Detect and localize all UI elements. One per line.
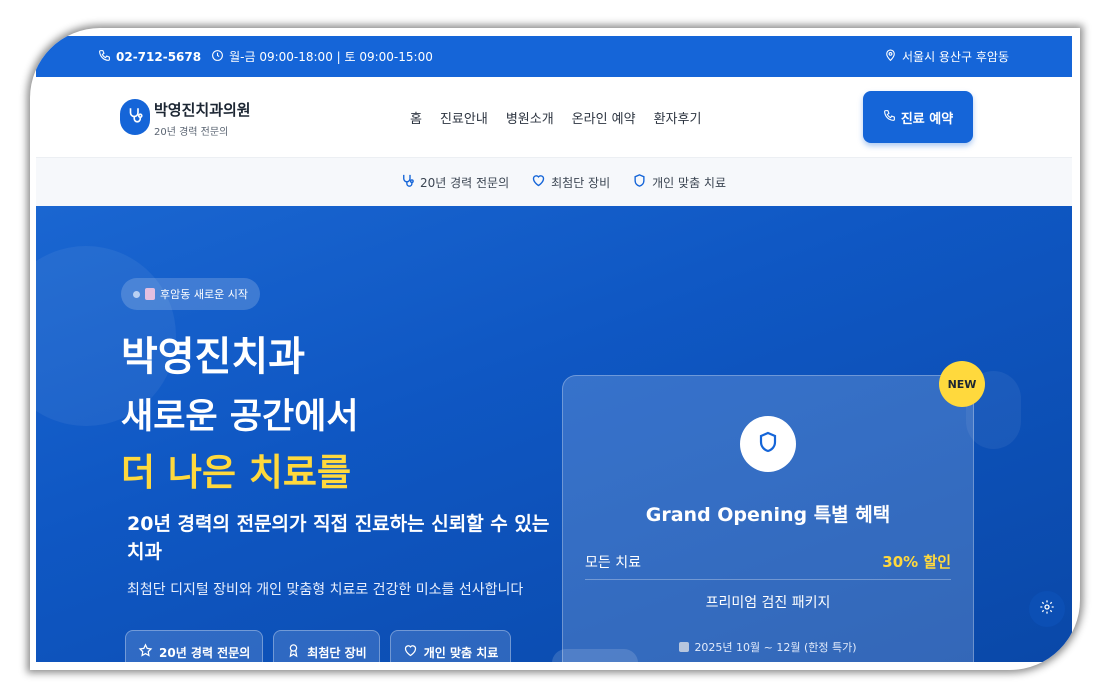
star-icon [138, 643, 153, 661]
promo-row-label: 모든 치료 [585, 554, 641, 571]
promo-row-value: 30% 할인 [882, 553, 951, 571]
promo-package: 프리미엄 검진 패키지 [705, 595, 831, 611]
browser-frame: 02-712-5678 월-금 09:00-18:00 | 토 09:00-15… [30, 28, 1080, 670]
address-info: 서울시 용산구 후암동 [884, 36, 1009, 77]
heart-icon [403, 643, 418, 661]
brand-name[interactable]: 박영진치과의원 [154, 99, 251, 120]
feature-label: 최첨단 장비 [551, 175, 611, 190]
stethoscope-icon [126, 106, 144, 128]
hero-subtitle: 20년 경력의 전문의가 직접 진료하는 신뢰할 수 있는 치과 [127, 513, 550, 563]
gear-icon [1039, 599, 1055, 619]
settings-button[interactable] [1029, 591, 1065, 627]
chip-equipment[interactable]: 최첨단 장비 [273, 630, 380, 662]
hero-section: 후암동 새로운 시작 박영진치과 새로운 공간에서 더 나은 치료를 20년 경… [36, 206, 1072, 662]
chip-experience[interactable]: 20년 경력 전문의 [125, 630, 264, 662]
page: 02-712-5678 월-금 09:00-18:00 | 토 09:00-15… [36, 36, 1072, 662]
hero-title-line3: 더 나은 치료를 [121, 451, 352, 494]
business-hours: 월-금 09:00-18:00 | 토 09:00-15:00 [229, 50, 433, 64]
chip-label: 최첨단 장비 [307, 645, 367, 660]
promo-card: Grand Opening 특별 혜택 모든 치료 30% 할인 프리미엄 검진… [562, 375, 974, 662]
nav-about[interactable]: 병원소개 [506, 108, 554, 127]
hero-feature-chips: 20년 경력 전문의 최첨단 장비 개인 맞춤 치료 [125, 630, 512, 662]
shield-icon [632, 173, 647, 191]
award-icon [286, 643, 301, 661]
nav-treatment-guide[interactable]: 진료안내 [440, 108, 488, 127]
promo-date-text: 2025년 10월 ~ 12월 (한정 특가) [694, 641, 857, 654]
top-info-bar: 02-712-5678 월-금 09:00-18:00 | 토 09:00-15… [36, 36, 1072, 77]
promo-title: Grand Opening 특별 혜택 [645, 504, 891, 526]
location-pin-icon [884, 49, 897, 65]
nav-home[interactable]: 홈 [410, 108, 422, 127]
hero-title-line2: 새로운 공간에서 [121, 397, 359, 437]
feature-strip: 20년 경력 전문의 최첨단 장비 개인 맞춤 치료 [36, 158, 1072, 206]
promo-discount-row: 모든 치료 30% 할인 [585, 544, 951, 580]
new-badge: NEW [939, 361, 985, 407]
hero-badge: 후암동 새로운 시작 [121, 278, 260, 310]
clock-icon [211, 49, 224, 65]
feature-equipment: 최첨단 장비 [531, 173, 610, 191]
stethoscope-icon [400, 173, 415, 191]
logo[interactable] [120, 99, 150, 135]
chip-label: 20년 경력 전문의 [159, 645, 251, 660]
hero-description: 최첨단 디지털 장비와 개인 맞춤형 치료로 건강한 미소를 선사합니다 [127, 582, 524, 598]
phone-icon [98, 49, 111, 65]
book-appointment-button[interactable]: 진료 예약 [863, 91, 973, 143]
feature-label: 20년 경력 전문의 [419, 175, 510, 190]
book-appointment-label: 진료 예약 [900, 111, 954, 127]
feature-label: 개인 맞춤 치료 [652, 175, 727, 190]
hero-title-line1: 박영진치과 [121, 334, 305, 380]
calendar-icon [679, 642, 690, 652]
chip-custom-care[interactable]: 개인 맞춤 치료 [389, 630, 512, 662]
hero-badge-label: 후암동 새로운 시작 [160, 288, 248, 301]
feature-experience: 20년 경력 전문의 [400, 173, 509, 191]
chip-label: 개인 맞춤 치료 [423, 645, 499, 660]
heart-icon [531, 173, 546, 191]
nav-online-booking[interactable]: 온라인 예약 [572, 108, 636, 127]
promo-icon-circle [740, 416, 796, 472]
pin-emoji-icon [145, 288, 155, 300]
brand-tagline: 20년 경력 전문의 [154, 127, 229, 138]
shield-icon [756, 429, 780, 459]
floating-button-partial[interactable] [552, 649, 638, 662]
feature-custom-care: 개인 맞춤 치료 [632, 173, 726, 191]
address-text: 서울시 용산구 후암동 [902, 50, 1009, 64]
phone-number: 02-712-5678 [116, 49, 202, 64]
site-header: 박영진치과의원 20년 경력 전문의 홈 진료안내 병원소개 온라인 예약 환자… [36, 77, 1072, 158]
hours-info: 월-금 09:00-18:00 | 토 09:00-15:00 [211, 48, 433, 65]
main-nav: 홈 진료안내 병원소개 온라인 예약 환자후기 [410, 77, 719, 158]
phone-icon [883, 109, 896, 126]
dot-icon [133, 290, 140, 298]
phone-info[interactable]: 02-712-5678 [98, 49, 201, 65]
nav-reviews[interactable]: 환자후기 [654, 108, 702, 127]
